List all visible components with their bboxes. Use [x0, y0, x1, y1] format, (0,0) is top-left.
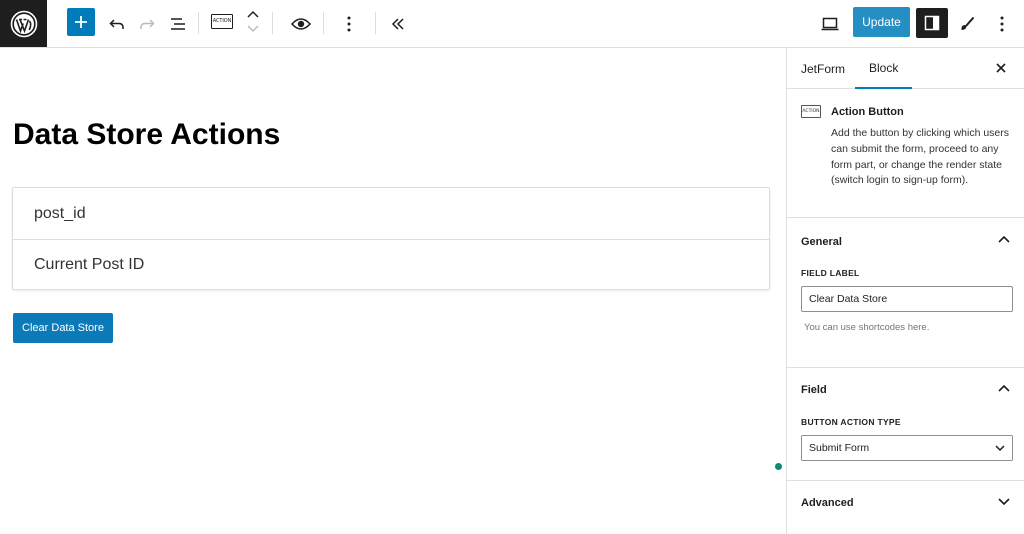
- undo-button[interactable]: [101, 8, 133, 40]
- wordpress-icon: [10, 10, 37, 37]
- add-block-button[interactable]: [67, 8, 95, 36]
- sidebar-tabs: JetForm Block: [787, 48, 1024, 89]
- general-panel-toggle[interactable]: General: [801, 236, 842, 248]
- field-panel: Field BUTTON ACTION TYPE Submit Form: [787, 369, 1024, 481]
- hidden-fields-block[interactable]: post_id Current Post ID: [12, 187, 770, 290]
- wordpress-logo-button[interactable]: [0, 0, 47, 47]
- action-button-block-icon[interactable]: ACTION: [211, 14, 233, 29]
- styles-button[interactable]: [951, 8, 983, 40]
- list-view-button[interactable]: [162, 8, 194, 40]
- brush-icon: [961, 16, 975, 30]
- collapse-toolbar-button[interactable]: [382, 8, 414, 40]
- eye-icon: [291, 18, 311, 30]
- field-label-help: You can use shortcodes here.: [804, 322, 930, 333]
- plus-icon: [75, 16, 87, 28]
- field-row[interactable]: Current Post ID: [13, 239, 769, 290]
- settings-toggle-button[interactable]: [916, 8, 948, 38]
- toolbar-divider: [198, 12, 199, 34]
- chevron-up-icon: [247, 10, 259, 18]
- general-panel: General FIELD LABEL Clear Data Store You…: [787, 219, 1024, 368]
- view-device-button[interactable]: [814, 8, 846, 40]
- action-button-icon: ACTION: [801, 105, 821, 118]
- chevron-down-icon: [995, 445, 1005, 452]
- block-options-button[interactable]: [333, 8, 365, 40]
- advanced-panel-toggle[interactable]: Advanced: [801, 497, 854, 509]
- undo-icon: [109, 19, 124, 29]
- settings-sidebar-icon: [924, 15, 940, 31]
- toolbar-divider: [272, 12, 273, 34]
- move-up-button[interactable]: [237, 7, 269, 21]
- update-button[interactable]: Update: [853, 7, 910, 37]
- chevron-down-icon[interactable]: [998, 498, 1010, 506]
- close-icon[interactable]: [994, 61, 1008, 75]
- settings-sidebar: JetForm Block ACTION Action Button Add t…: [786, 48, 1024, 534]
- action-type-select[interactable]: Submit Form: [801, 435, 1013, 461]
- block-card: ACTION Action Button Add the button by c…: [787, 89, 1024, 218]
- chevron-up-icon[interactable]: [998, 235, 1010, 243]
- more-vertical-icon: [1000, 16, 1004, 32]
- action-type-caption: BUTTON ACTION TYPE: [801, 417, 901, 427]
- status-dot: [775, 463, 782, 470]
- advanced-panel: Advanced: [787, 482, 1024, 534]
- toolbar-divider: [323, 12, 324, 34]
- block-name: Action Button: [831, 106, 904, 118]
- redo-icon: [140, 19, 155, 29]
- collapse-icon: [391, 18, 404, 30]
- clear-data-store-button[interactable]: Clear Data Store: [13, 313, 113, 343]
- toolbar-divider: [375, 12, 376, 34]
- chevron-up-icon[interactable]: [998, 384, 1010, 392]
- block-description: Add the button by clicking which users c…: [831, 127, 1010, 187]
- editor-canvas: Data Store Actions post_id Current Post …: [0, 48, 786, 534]
- page-title[interactable]: Data Store Actions: [13, 118, 280, 152]
- move-down-button[interactable]: [237, 22, 269, 36]
- tab-jetform[interactable]: JetForm: [801, 48, 845, 89]
- more-vertical-icon: [347, 16, 351, 32]
- action-type-value: Submit Form: [809, 442, 870, 454]
- redo-button[interactable]: [131, 8, 163, 40]
- list-view-icon: [171, 18, 185, 30]
- editor-toolbar: ACTION Update: [0, 0, 1024, 48]
- preview-button[interactable]: [285, 8, 317, 40]
- field-label-input[interactable]: Clear Data Store: [801, 286, 1013, 312]
- chevron-down-icon: [247, 25, 259, 33]
- options-menu-button[interactable]: [986, 8, 1018, 40]
- tab-block[interactable]: Block: [855, 48, 913, 89]
- desktop-icon: [821, 17, 839, 31]
- field-panel-toggle[interactable]: Field: [801, 384, 827, 396]
- field-label-caption: FIELD LABEL: [801, 268, 860, 278]
- field-row[interactable]: post_id: [13, 188, 769, 239]
